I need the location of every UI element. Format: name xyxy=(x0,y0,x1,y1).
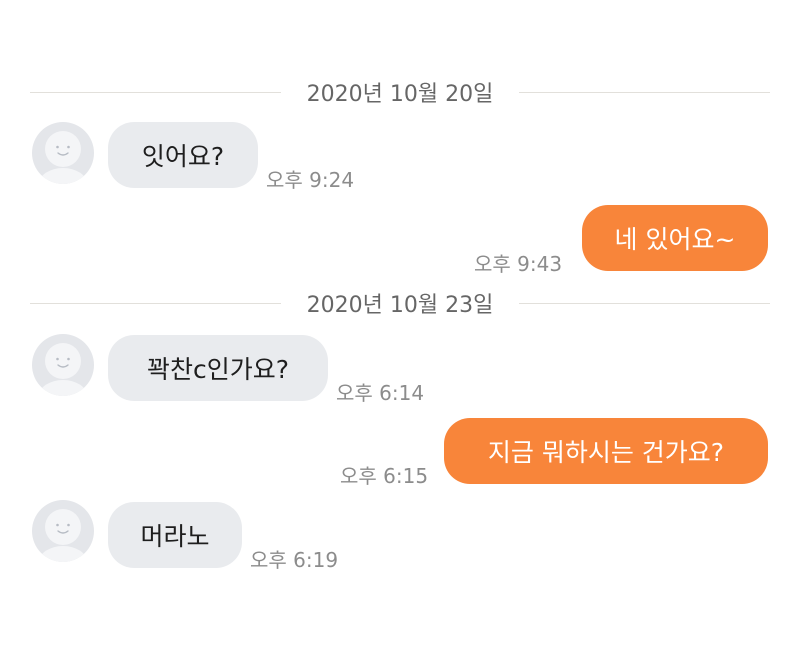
message-bubble-incoming[interactable]: 꽉찬c인가요? xyxy=(108,335,328,401)
message-timestamp: 오후 9:24 xyxy=(266,168,355,192)
message-text: 머라노 xyxy=(140,522,210,551)
chat-thread[interactable]: 2020년 10월 20일 잇어요? 오후 9:24 오후 9:43 네 있어요… xyxy=(0,0,800,664)
message-text: 꽉찬c인가요? xyxy=(146,355,289,384)
date-separator: 2020년 10월 20일 xyxy=(30,77,770,107)
message-bubble-outgoing[interactable]: 지금 뭐하시는 건가요? xyxy=(444,418,768,484)
default-profile-icon[interactable] xyxy=(32,500,94,562)
message-timestamp: 오후 6:19 xyxy=(250,548,339,572)
message-bubble-incoming[interactable]: 잇어요? xyxy=(108,122,258,188)
date-label: 2020년 10월 20일 xyxy=(306,82,494,107)
separator-line xyxy=(519,91,770,93)
date-separator: 2020년 10월 23일 xyxy=(30,288,770,318)
separator-line xyxy=(519,302,770,304)
message-timestamp: 오후 9:43 xyxy=(474,252,563,276)
message-bubble-incoming[interactable]: 머라노 xyxy=(108,502,242,568)
message-timestamp: 오후 6:14 xyxy=(336,381,425,405)
separator-line xyxy=(30,302,281,304)
separator-line xyxy=(30,91,281,93)
message-bubble-outgoing[interactable]: 네 있어요~ xyxy=(582,205,768,271)
date-label: 2020년 10월 23일 xyxy=(306,293,494,318)
message-text: 네 있어요~ xyxy=(614,225,736,254)
message-text: 잇어요? xyxy=(141,142,225,171)
default-profile-icon[interactable] xyxy=(32,334,94,396)
default-profile-icon[interactable] xyxy=(32,122,94,184)
message-timestamp: 오후 6:15 xyxy=(340,464,429,488)
message-text: 지금 뭐하시는 건가요? xyxy=(487,438,725,467)
